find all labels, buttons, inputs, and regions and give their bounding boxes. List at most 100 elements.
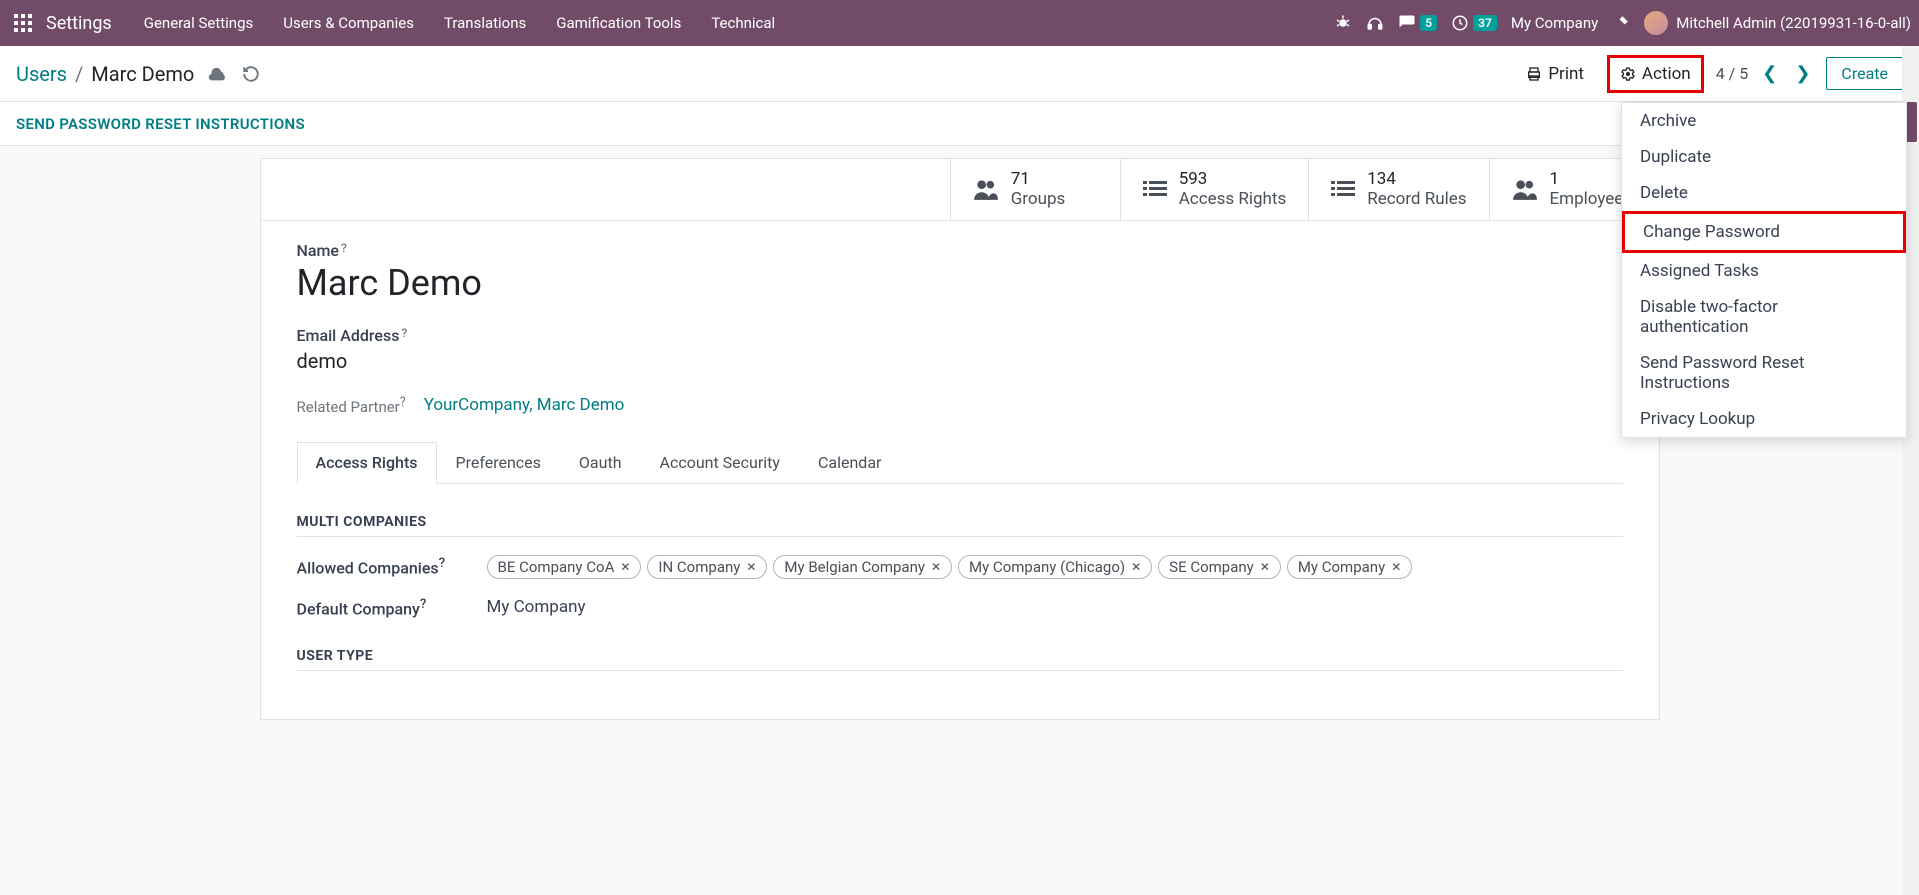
stat-buttons: 71Groups 593Access Rights 134Record Rule… [261, 159, 1659, 221]
stat-value: 1 [1550, 169, 1633, 189]
default-company-row: Default Company? My Company [297, 597, 1623, 618]
help-icon[interactable]: ? [420, 597, 426, 612]
stat-groups[interactable]: 71Groups [950, 159, 1120, 220]
pager: 4 / 5 ❮ ❯ [1716, 61, 1815, 86]
remove-tag-icon[interactable]: ✕ [746, 560, 756, 574]
print-button[interactable]: Print [1515, 57, 1595, 91]
users-icon [1512, 178, 1538, 200]
company-tag[interactable]: IN Company✕ [647, 555, 767, 579]
app-title[interactable]: Settings [46, 13, 112, 34]
remove-tag-icon[interactable]: ✕ [931, 560, 941, 574]
menu-general-settings[interactable]: General Settings [130, 6, 268, 40]
tab-account-security[interactable]: Account Security [641, 442, 799, 483]
tabs: Access Rights Preferences Oauth Account … [297, 442, 1623, 484]
company-selector[interactable]: My Company [1511, 14, 1598, 32]
pager-prev[interactable]: ❮ [1758, 61, 1781, 86]
allowed-companies-label: Allowed Companies? [297, 556, 467, 577]
action-disable-2fa[interactable]: Disable two-factor authentication [1622, 289, 1906, 345]
remove-tag-icon[interactable]: ✕ [620, 560, 630, 574]
remove-tag-icon[interactable]: ✕ [1260, 560, 1270, 574]
list-icon [1143, 179, 1167, 199]
save-icon[interactable] [208, 66, 228, 82]
control-right: Print Action 4 / 5 ❮ ❯ Create [1515, 55, 1903, 93]
partner-link[interactable]: YourCompany, Marc Demo [424, 395, 625, 415]
default-company-label: Default Company? [297, 597, 467, 618]
menu-technical[interactable]: Technical [697, 6, 789, 40]
activities-icon[interactable]: 37 [1451, 14, 1497, 32]
menu-users-companies[interactable]: Users & Companies [269, 6, 428, 40]
remove-tag-icon[interactable]: ✕ [1391, 560, 1401, 574]
action-label: Action [1642, 64, 1691, 84]
company-tag[interactable]: My Company (Chicago)✕ [958, 555, 1152, 579]
create-button[interactable]: Create [1826, 57, 1903, 90]
send-reset-button[interactable]: SEND PASSWORD RESET INSTRUCTIONS [16, 115, 305, 133]
name-label: Name? [297, 241, 1623, 260]
breadcrumb-current: Marc Demo [91, 62, 194, 86]
messaging-icon[interactable]: 5 [1398, 14, 1437, 32]
allowed-companies-row: Allowed Companies? BE Company CoA✕ IN Co… [297, 555, 1623, 579]
list-icon [1331, 179, 1355, 199]
action-button[interactable]: Action [1607, 55, 1704, 93]
breadcrumb-sep: / [75, 62, 83, 86]
action-dropdown: Archive Duplicate Delete Change Password… [1621, 102, 1907, 438]
top-nav: Settings General Settings Users & Compan… [0, 0, 1919, 46]
pager-text: 4 / 5 [1716, 64, 1749, 83]
stat-record-rules[interactable]: 134Record Rules [1308, 159, 1488, 220]
breadcrumb-root[interactable]: Users [16, 62, 67, 86]
menu-translations[interactable]: Translations [430, 6, 540, 40]
debug-icon[interactable] [1334, 14, 1352, 32]
company-tag[interactable]: My Belgian Company✕ [773, 555, 952, 579]
tab-calendar[interactable]: Calendar [799, 442, 900, 483]
avatar [1644, 11, 1668, 35]
company-tag[interactable]: SE Company✕ [1158, 555, 1281, 579]
allowed-companies-tags[interactable]: BE Company CoA✕ IN Company✕ My Belgian C… [487, 555, 1413, 579]
apps-icon[interactable] [8, 8, 38, 38]
help-icon[interactable]: ? [400, 395, 406, 410]
action-delete[interactable]: Delete [1622, 175, 1906, 211]
messaging-badge: 5 [1420, 15, 1437, 31]
breadcrumb: Users / Marc Demo [16, 62, 194, 86]
company-tag[interactable]: BE Company CoA✕ [487, 555, 642, 579]
stat-access-rights[interactable]: 593Access Rights [1120, 159, 1309, 220]
company-tag[interactable]: My Company✕ [1287, 555, 1412, 579]
tab-access-rights[interactable]: Access Rights [297, 442, 437, 484]
action-change-password[interactable]: Change Password [1622, 211, 1906, 253]
stat-value: 593 [1179, 169, 1287, 189]
stat-label: Employees [1550, 189, 1633, 209]
email-value[interactable]: demo [297, 349, 1623, 373]
action-duplicate[interactable]: Duplicate [1622, 139, 1906, 175]
default-company-value[interactable]: My Company [487, 597, 586, 617]
support-icon[interactable] [1366, 14, 1384, 32]
partner-label: Related Partner? [297, 395, 406, 416]
help-icon[interactable]: ? [439, 556, 445, 571]
print-label: Print [1548, 64, 1584, 84]
top-right: 5 37 My Company Mitchell Admin (22019931… [1334, 11, 1911, 35]
stat-value: 71 [1011, 169, 1066, 189]
users-icon [973, 178, 999, 200]
top-menu: General Settings Users & Companies Trans… [130, 6, 1335, 40]
menu-gamification[interactable]: Gamification Tools [542, 6, 695, 40]
action-archive[interactable]: Archive [1622, 103, 1906, 139]
remove-tag-icon[interactable]: ✕ [1131, 560, 1141, 574]
help-icon[interactable]: ? [401, 326, 407, 340]
stat-label: Groups [1011, 189, 1066, 209]
tools-icon[interactable] [1612, 14, 1630, 32]
tab-preferences[interactable]: Preferences [437, 442, 560, 483]
user-menu[interactable]: Mitchell Admin (22019931-16-0-all) [1644, 11, 1911, 35]
tab-oauth[interactable]: Oauth [560, 442, 641, 483]
action-send-reset[interactable]: Send Password Reset Instructions [1622, 345, 1906, 401]
action-assigned-tasks[interactable]: Assigned Tasks [1622, 253, 1906, 289]
help-icon[interactable]: ? [341, 241, 347, 255]
email-label: Email Address? [297, 326, 1623, 345]
action-privacy-lookup[interactable]: Privacy Lookup [1622, 401, 1906, 437]
form-body: Name? Marc Demo Email Address? demo Rela… [261, 221, 1659, 719]
pager-next[interactable]: ❯ [1791, 61, 1814, 86]
control-bar: Users / Marc Demo Print Action 4 / 5 ❮ ❯… [0, 46, 1919, 102]
activities-badge: 37 [1473, 15, 1497, 31]
user-name: Mitchell Admin (22019931-16-0-all) [1676, 14, 1911, 32]
discard-icon[interactable] [242, 65, 260, 83]
stat-label: Record Rules [1367, 189, 1466, 209]
stat-label: Access Rights [1179, 189, 1287, 209]
name-field-group: Name? Marc Demo [297, 241, 1623, 304]
name-value[interactable]: Marc Demo [297, 262, 1623, 304]
